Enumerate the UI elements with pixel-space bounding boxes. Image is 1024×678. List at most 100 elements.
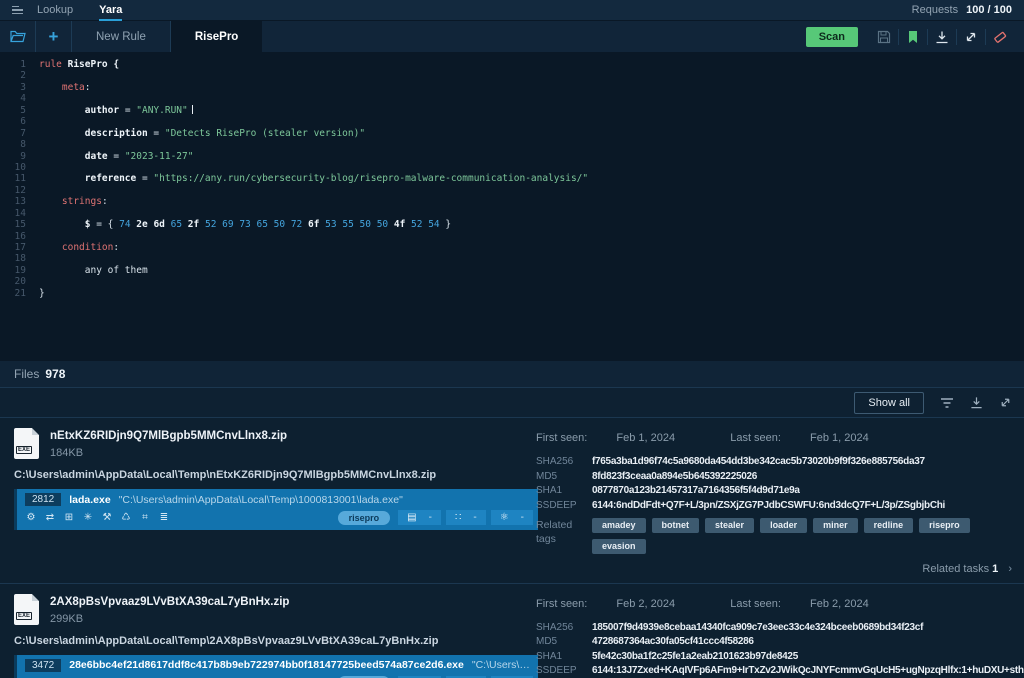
behavior-icons: ⚙⇄⊞✳⚒♺⌗≣ <box>25 512 170 523</box>
code-line: 13 strings: <box>0 196 1024 207</box>
process-cmdline: "C:\Users\admin\AppData\Local\Temp\10008… <box>119 494 403 506</box>
file-entry: EXE nEtxKZ6RIDjn9Q7MlBgpb5MMCnvLlnx8.zip… <box>0 418 1024 584</box>
hash-value: 185007f9d4939e8cebaa14340fca909c7e3eec33… <box>592 622 1024 633</box>
code-token: 4f <box>394 219 411 230</box>
filter-icon[interactable] <box>940 397 954 409</box>
code-token <box>39 219 85 230</box>
hash-label: SHA256 <box>536 456 582 467</box>
line-number: 19 <box>0 265 26 276</box>
line-number: 21 <box>0 288 26 299</box>
tag-pill[interactable]: miner <box>813 518 858 533</box>
hash-label: SHA1 <box>536 651 582 662</box>
exe-file-icon: EXE <box>14 594 39 625</box>
show-all-button[interactable]: Show all <box>854 392 924 414</box>
code-line: 21} <box>0 288 1024 299</box>
last-seen-value: Feb 2, 2024 <box>810 598 869 610</box>
device-icon: ♺ <box>120 512 132 523</box>
line-number: 12 <box>0 185 26 196</box>
open-folder-button[interactable] <box>0 21 36 52</box>
line-number: 7 <box>0 128 26 139</box>
requests-value: 100 / 100 <box>966 4 1012 16</box>
tag-pill[interactable]: botnet <box>652 518 700 533</box>
hash-row: SHA1 0877870a123b21457317a7164356f5f4d9d7… <box>536 485 1024 496</box>
code-token: any of them <box>39 265 148 276</box>
hash-value: 0877870a123b21457317a7164356f5f4d9d71e9a <box>592 485 1024 496</box>
folder-icon <box>10 30 26 43</box>
process-row[interactable]: 3472 28e6bbc4ef21d8617ddf8c417b8b9eb7229… <box>14 655 538 678</box>
code-line: 20 <box>0 276 1024 287</box>
hash-value: 8fd823f3ceaa0a894e5b645392225026 <box>592 471 1024 482</box>
requests-label: Requests <box>912 4 958 16</box>
code-line: 17 condition: <box>0 242 1024 253</box>
process-row[interactable]: 2812 lada.exe "C:\Users\admin\AppData\Lo… <box>14 489 538 530</box>
process-tag-pill[interactable]: risepro <box>338 511 391 525</box>
code-token: meta <box>62 82 85 93</box>
hash-value: 6144:13J7Zxed+KAqIVFp6AFm9+IrTxZv2JWikQc… <box>592 665 1024 676</box>
eraser-icon[interactable] <box>986 27 1014 47</box>
code-token: "2023-11-27" <box>125 151 194 162</box>
code-token: RisePro { <box>62 59 119 70</box>
tab-new-rule[interactable]: New Rule <box>72 21 171 52</box>
tag-pill[interactable]: evasion <box>592 539 646 554</box>
code-line: 14 <box>0 208 1024 219</box>
files-stat[interactable]: ▤- <box>398 510 441 525</box>
modules-stat[interactable]: ∷- <box>446 510 486 525</box>
file-name: nEtxKZ6RIDjn9Q7MlBgpb5MMCnvLlnx8.zip <box>50 430 287 442</box>
new-tab-button[interactable]: + <box>36 21 72 52</box>
code-line: 11 reference = "https://any.run/cybersec… <box>0 173 1024 184</box>
scan-button[interactable]: Scan <box>806 27 858 47</box>
code-line: 6 <box>0 116 1024 127</box>
line-number: 10 <box>0 162 26 173</box>
tag-pill[interactable]: redline <box>864 518 914 533</box>
hash-row: SHA15fe42c30ba1f2c25fe1a2eab2101623b97de… <box>536 651 1024 662</box>
yara-code-editor[interactable]: 1rule RisePro {23 meta:45 author = "ANY.… <box>0 52 1024 361</box>
hash-label: SSDEEP <box>536 500 582 511</box>
modules-stat-value: - <box>473 512 476 523</box>
file-path: C:\Users\admin\AppData\Local\Temp\nEtxKZ… <box>14 469 522 481</box>
hash-rows: SHA256f765a3ba1d96f74c5a9680da454dd3be34… <box>536 456 1024 511</box>
report-icon: ≣ <box>158 512 170 523</box>
files-stat-value: - <box>429 512 432 523</box>
file-name: 2AX8pBsVpvaaz9LVvBtXA39caL7yBnHx.zip <box>50 596 289 608</box>
process-stats: ▤-∷-⚛- <box>398 510 533 525</box>
code-token: = <box>148 128 165 139</box>
line-number: 11 <box>0 173 26 184</box>
code-token: 55 <box>342 219 359 230</box>
file-size: 299KB <box>50 613 289 625</box>
code-token: } <box>445 219 451 230</box>
file-entry-details: First seen: Feb 2, 2024 Last seen: Feb 2… <box>522 594 1024 678</box>
line-number: 16 <box>0 231 26 242</box>
process-pid-badge: 2812 <box>25 493 61 506</box>
code-line: 19 any of them <box>0 265 1024 276</box>
hash-label: SHA1 <box>536 485 582 496</box>
nav-yara[interactable]: Yara <box>99 4 122 16</box>
app-window-icon: ⊞ <box>63 512 75 523</box>
expand-icon[interactable] <box>999 396 1012 409</box>
tag-pill[interactable]: loader <box>760 518 807 533</box>
line-number: 3 <box>0 82 26 93</box>
code-token: 50 <box>274 219 291 230</box>
line-number: 14 <box>0 208 26 219</box>
grid-icon: ⌗ <box>139 512 151 523</box>
expand-icon[interactable] <box>957 27 985 47</box>
line-number: 18 <box>0 253 26 264</box>
code-token: : <box>113 242 119 253</box>
save-icon[interactable] <box>870 27 898 47</box>
tag-pill[interactable]: amadey <box>592 518 646 533</box>
hamburger-menu-icon[interactable] <box>12 6 23 15</box>
download-icon[interactable] <box>928 27 956 47</box>
tag-pill[interactable]: risepro <box>919 518 970 533</box>
nav-lookup[interactable]: Lookup <box>37 4 73 16</box>
tag-pill[interactable]: stealer <box>705 518 754 533</box>
rule-tab-bar: + New Rule RisePro Scan <box>0 21 1024 52</box>
download-icon[interactable] <box>970 396 983 409</box>
editor-toolbar: Scan <box>806 21 1024 52</box>
related-tasks-link[interactable]: Related tasks 1 › <box>536 563 1012 575</box>
code-line: 18 <box>0 253 1024 264</box>
code-line: 3 meta: <box>0 82 1024 93</box>
related-tasks-label: Related tasks <box>922 563 989 575</box>
code-token <box>39 82 62 93</box>
tab-risepro[interactable]: RisePro <box>171 21 262 52</box>
bookmark-icon[interactable] <box>899 27 927 47</box>
code-token: 54 <box>428 219 445 230</box>
